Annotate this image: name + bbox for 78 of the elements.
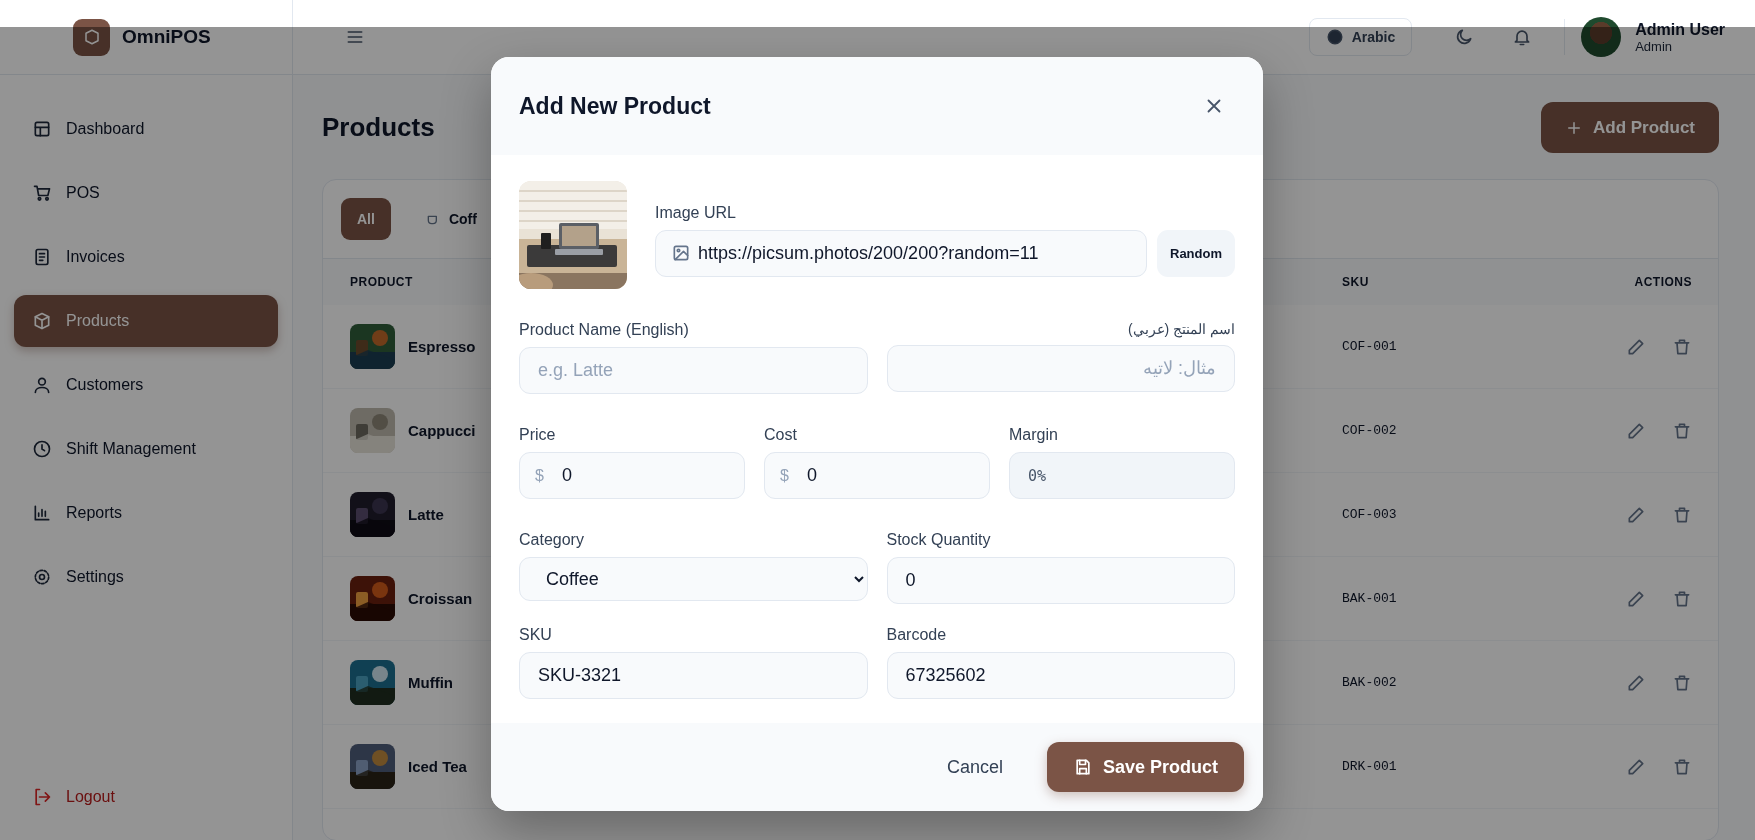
sku-cell-text: COF-001 bbox=[1342, 339, 1398, 354]
currency-symbol: $ bbox=[780, 466, 789, 485]
field-label: Product Name (English) bbox=[519, 321, 690, 339]
user-role: Admin bbox=[1635, 38, 1674, 54]
field-label: Margin bbox=[1009, 426, 1059, 444]
edit-button[interactable] bbox=[1626, 588, 1646, 609]
product-name: Espresso bbox=[408, 338, 476, 355]
edit-icon bbox=[1626, 336, 1646, 357]
margin-field[interactable]: 0% bbox=[1009, 452, 1235, 499]
column-header: PRODUCT bbox=[350, 275, 414, 289]
box-icon bbox=[82, 28, 101, 46]
sidebar-item[interactable]: Products bbox=[14, 295, 278, 347]
language-button[interactable]: Arabic bbox=[1308, 18, 1413, 56]
sidebar-item[interactable]: Shift Management bbox=[14, 423, 278, 475]
currency-symbol: $ bbox=[535, 466, 544, 485]
field-label: Price bbox=[519, 426, 557, 444]
edit-icon bbox=[1626, 672, 1646, 693]
chart-icon bbox=[32, 503, 52, 523]
product-name: Latte bbox=[408, 506, 444, 523]
sku-cell-text: BAK-002 bbox=[1342, 675, 1398, 690]
sidebar-item[interactable]: Reports bbox=[14, 487, 278, 539]
save-product-button[interactable]: Save Product bbox=[1046, 742, 1244, 792]
filter-tab[interactable]: Coff bbox=[408, 198, 493, 240]
user-icon bbox=[32, 375, 52, 395]
cart-icon bbox=[32, 183, 52, 203]
name-arabic-field[interactable]: مثال: لاتيه bbox=[886, 345, 1235, 392]
edit-button[interactable] bbox=[1626, 756, 1646, 777]
sku-cell-text: COF-003 bbox=[1342, 507, 1398, 522]
sidebar-item[interactable]: Invoices bbox=[14, 231, 278, 283]
sku-cell-text: BAK-001 bbox=[1342, 591, 1398, 606]
box-icon bbox=[32, 311, 52, 331]
column-header: ACTIONS bbox=[1633, 275, 1692, 289]
document-icon bbox=[32, 247, 52, 267]
product-name: Croissan bbox=[408, 590, 473, 607]
sidebar-item[interactable]: POS bbox=[14, 167, 278, 219]
field-label: Category bbox=[519, 531, 585, 549]
filter-tab[interactable]: All bbox=[341, 198, 391, 240]
edit-icon bbox=[1626, 420, 1646, 441]
user-avatar[interactable] bbox=[1581, 17, 1622, 57]
logout-button[interactable]: Logout bbox=[14, 777, 278, 817]
brand-name: OmniPOS bbox=[122, 26, 211, 48]
clock-icon bbox=[32, 439, 52, 459]
logout-icon bbox=[32, 787, 52, 807]
edit-icon bbox=[1626, 588, 1646, 609]
barcode-field[interactable]: 67325602 bbox=[886, 652, 1235, 699]
field-label: SKU bbox=[519, 626, 553, 644]
edit-icon bbox=[1626, 504, 1646, 525]
product-name: Muffin bbox=[408, 674, 453, 691]
sidebar-item[interactable]: Dashboard bbox=[14, 103, 278, 155]
field-label: Image URL bbox=[655, 203, 737, 222]
edit-icon bbox=[1626, 756, 1646, 777]
column-header: SKU bbox=[1342, 275, 1370, 289]
field-label: اسم المنتج (عربي) bbox=[1126, 321, 1235, 337]
edit-button[interactable] bbox=[1626, 504, 1646, 525]
name-english-field[interactable]: e.g. Latte bbox=[519, 347, 868, 394]
edit-button[interactable] bbox=[1626, 672, 1646, 693]
image-icon bbox=[671, 243, 691, 263]
grid-icon bbox=[32, 119, 52, 139]
page-title: Products bbox=[322, 112, 435, 143]
random-button[interactable]: Random bbox=[1157, 229, 1235, 277]
dialog-title: Add New Product bbox=[519, 92, 711, 120]
sidebar-item[interactable]: Customers bbox=[14, 359, 278, 411]
edit-button[interactable] bbox=[1626, 420, 1646, 441]
product-name: Iced Tea bbox=[408, 758, 467, 775]
sidebar-item[interactable]: Settings bbox=[14, 551, 278, 603]
product-name: Cappucci bbox=[408, 422, 476, 439]
stock-field[interactable]: 0 bbox=[886, 557, 1235, 604]
cancel-button[interactable]: Cancel bbox=[946, 748, 1003, 786]
sku-cell-text: COF-002 bbox=[1342, 423, 1398, 438]
add-product-button[interactable]: Add Product bbox=[1541, 102, 1719, 153]
field-label: Stock Quantity bbox=[886, 531, 992, 549]
sku-cell-text: DRK-001 bbox=[1342, 759, 1398, 774]
sku-field[interactable]: SKU-3321 bbox=[519, 652, 868, 699]
field-label: Cost bbox=[764, 426, 798, 444]
edit-button[interactable] bbox=[1626, 336, 1646, 357]
field-label: Barcode bbox=[886, 626, 948, 644]
image-url-field[interactable]: https://picsum.photos/200/200?random=11 bbox=[655, 229, 1147, 277]
category-select[interactable]: Coffee bbox=[519, 557, 868, 601]
